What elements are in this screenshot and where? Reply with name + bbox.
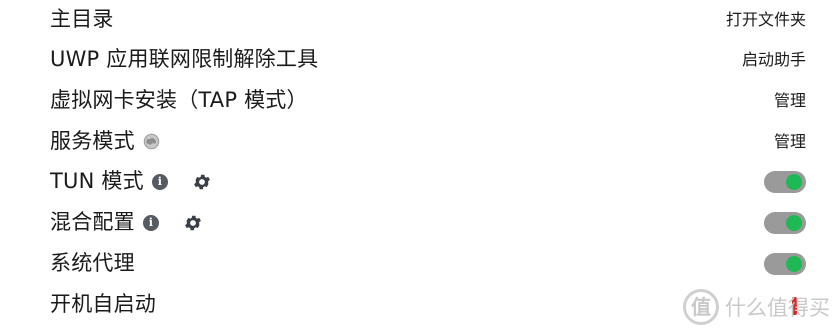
label-group: 开机自启动 — [50, 284, 156, 325]
setting-label: 主目录 — [50, 7, 114, 31]
label-group: UWP 应用联网限制解除工具 — [50, 39, 318, 80]
setting-row-system-proxy: 系统代理 — [0, 243, 840, 284]
label-group: 服务模式 — [50, 121, 160, 162]
system-proxy-toggle[interactable] — [764, 253, 806, 275]
info-icon[interactable]: i — [142, 214, 159, 231]
toggle-knob — [786, 256, 802, 272]
toggle-knob — [786, 215, 802, 231]
tun-mode-toggle[interactable] — [764, 171, 806, 193]
mixin-config-toggle[interactable] — [764, 212, 806, 234]
manage-service-button[interactable]: 管理 — [774, 121, 806, 162]
settings-panel: 主目录 打开文件夹 UWP 应用联网限制解除工具 启动助手 虚拟网卡安装（TAP… — [0, 0, 840, 331]
setting-row-home-dir: 主目录 打开文件夹 — [0, 0, 840, 40]
watermark-logo: 值 — [683, 289, 719, 325]
label-group: 混合配置 i — [50, 202, 203, 243]
launch-helper-button[interactable]: 启动助手 — [742, 39, 806, 80]
gear-icon[interactable] — [183, 213, 203, 233]
setting-label: 开机自启动 — [50, 292, 156, 316]
setting-label: UWP 应用联网限制解除工具 — [50, 47, 319, 71]
setting-row-tun-mode: TUN 模式 i — [0, 161, 840, 202]
setting-row-mixin-config: 混合配置 i — [0, 202, 840, 243]
setting-label: TUN 模式 — [50, 169, 144, 193]
setting-row-uwp-loopback: UWP 应用联网限制解除工具 启动助手 — [0, 39, 840, 80]
setting-label: 服务模式 — [50, 129, 135, 153]
info-icon[interactable]: i — [151, 173, 168, 190]
setting-row-service-mode: 服务模式 管理 — [0, 121, 840, 162]
watermark-text: 什么值得买 — [725, 296, 830, 320]
manage-tap-button[interactable]: 管理 — [774, 80, 806, 121]
setting-label: 混合配置 — [50, 210, 135, 234]
toggle-knob — [786, 174, 802, 190]
label-group: 虚拟网卡安装（TAP 模式） — [50, 80, 308, 121]
gear-icon[interactable] — [192, 172, 212, 192]
watermark: 值 什么值得买 — [683, 289, 830, 325]
open-folder-button[interactable]: 打开文件夹 — [726, 0, 806, 40]
setting-label: 虚拟网卡安装（TAP 模式） — [50, 88, 308, 112]
globe-icon — [143, 133, 160, 150]
setting-row-tap-adapter: 虚拟网卡安装（TAP 模式） 管理 — [0, 80, 840, 121]
setting-label: 系统代理 — [50, 251, 135, 275]
label-group: TUN 模式 i — [50, 161, 212, 202]
label-group: 主目录 — [50, 0, 114, 40]
label-group: 系统代理 — [50, 243, 135, 284]
